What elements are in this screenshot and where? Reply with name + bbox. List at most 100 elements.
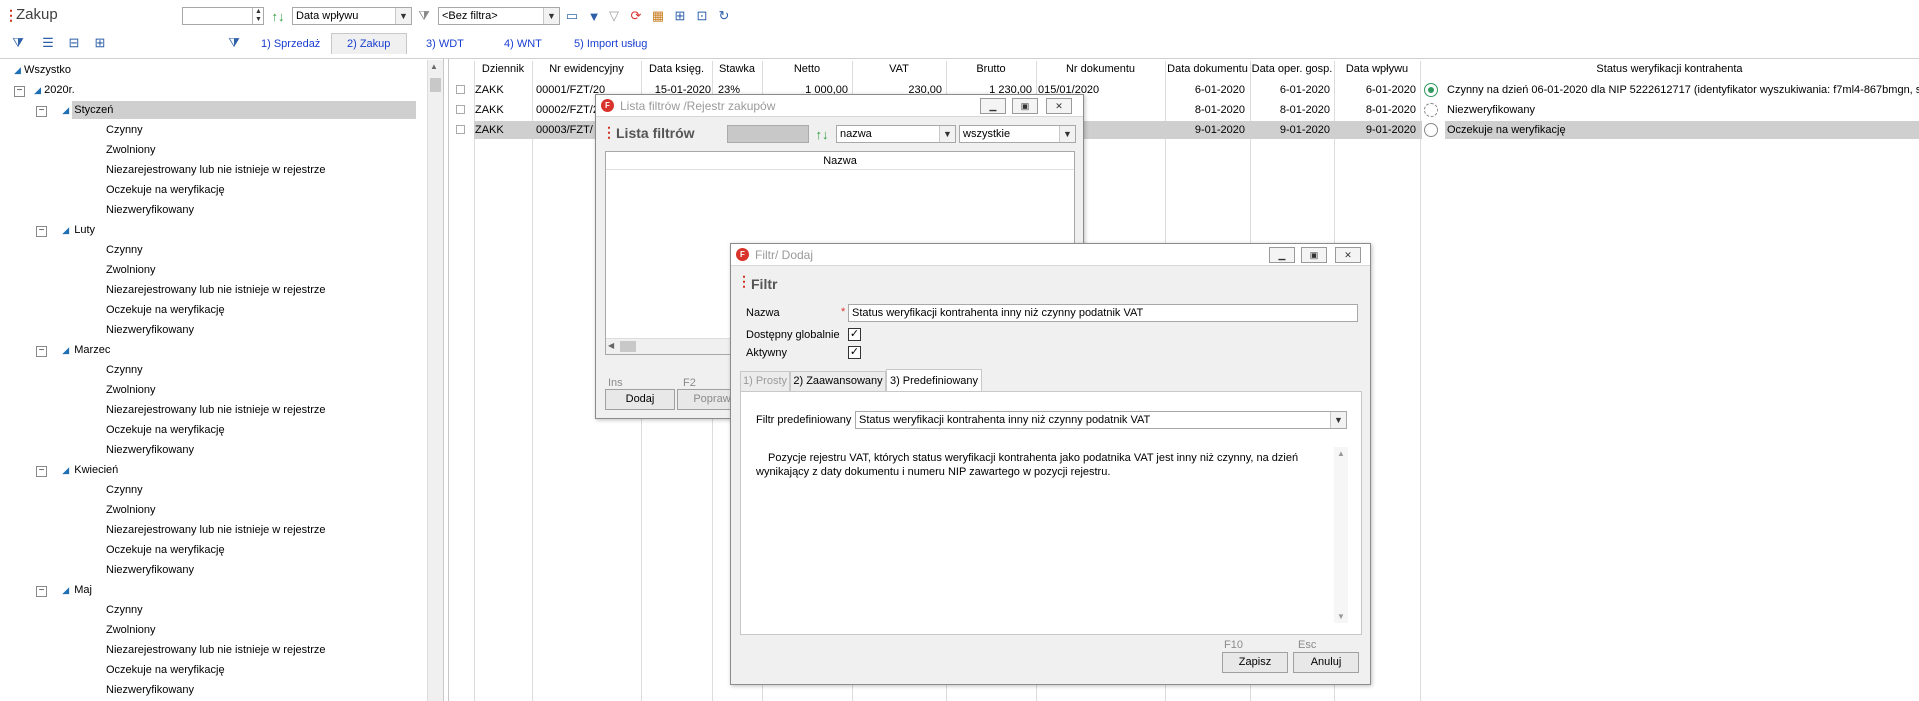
- description-box[interactable]: Pozycje rejestru VAT, których status wer…: [756, 447, 1348, 623]
- maximize-button[interactable]: ▣: [1012, 98, 1038, 114]
- filter-add-titlebar[interactable]: F Filtr/ Dodaj ▁ ▣ ✕: [731, 244, 1370, 266]
- refresh-icon[interactable]: ⟳: [628, 8, 644, 24]
- tab-sprzedaz[interactable]: 1) Sprzedaż: [261, 38, 320, 50]
- column-header[interactable]: Brutto: [946, 61, 1036, 78]
- row-checkbox[interactable]: [456, 125, 465, 134]
- tree-status-item[interactable]: Oczekuje na weryfikację: [106, 540, 225, 560]
- tree-status-item[interactable]: Czynny: [106, 240, 143, 260]
- tree-status-item[interactable]: Zwolniony: [106, 500, 156, 520]
- tree-status-item[interactable]: Zwolniony: [106, 620, 156, 640]
- tree-year[interactable]: − ◢ 2020r.: [14, 80, 75, 100]
- close-button[interactable]: ✕: [1046, 98, 1072, 114]
- tree-month[interactable]: − ◢ Styczeń: [36, 100, 417, 120]
- tab-wdt[interactable]: 3) WDT: [426, 38, 464, 50]
- tree-status-item[interactable]: Oczekuje na weryfikację: [106, 660, 225, 680]
- grid-view-icon[interactable]: ⊞: [672, 8, 688, 24]
- column-header[interactable]: Nr ewidencyjny: [532, 61, 641, 78]
- tree-month[interactable]: − ◢ Kwiecień: [36, 460, 120, 480]
- vat-filter-icon[interactable]: ⧩: [10, 35, 26, 51]
- period-spinner[interactable]: ▲ ▼: [252, 8, 264, 24]
- column-header[interactable]: Status weryfikacji kontrahenta: [1420, 61, 1919, 78]
- tree-status-item[interactable]: Zwolniony: [106, 140, 156, 160]
- table-settings-icon[interactable]: ▦: [650, 8, 666, 24]
- tree-status-item[interactable]: Zwolniony: [106, 380, 156, 400]
- tab-zakup[interactable]: 2) Zakup: [347, 38, 390, 50]
- save-button[interactable]: Zapisz: [1222, 652, 1288, 673]
- tree-status-item[interactable]: Niezarejestrowany lub nie istnieje w rej…: [106, 280, 325, 300]
- register-filter-icon[interactable]: ⧩: [226, 35, 242, 51]
- tab-wnt[interactable]: 4) WNT: [504, 38, 542, 50]
- tree-status-item[interactable]: Oczekuje na weryfikację: [106, 180, 225, 200]
- reload-icon[interactable]: ↻: [716, 8, 732, 24]
- tab-advanced[interactable]: 2) Zaawansowany: [790, 371, 886, 391]
- tree-month[interactable]: − ◢ Maj: [36, 580, 94, 600]
- minimize-button[interactable]: ▁: [1269, 247, 1295, 263]
- tree-month[interactable]: − ◢ Luty: [36, 220, 97, 240]
- name-input[interactable]: Status weryfikacji kontrahenta inny niż …: [848, 304, 1358, 322]
- tab-simple[interactable]: 1) Prosty: [740, 371, 790, 391]
- tree-status-item[interactable]: Niezweryfikowany: [106, 680, 194, 700]
- export-icon[interactable]: ⊡: [694, 8, 710, 24]
- collapse-icon[interactable]: −: [36, 346, 47, 357]
- column-header[interactable]: Netto: [762, 61, 852, 78]
- tree-status-item[interactable]: Zwolniony: [106, 260, 156, 280]
- tree-month[interactable]: − ◢ Marzec: [36, 340, 112, 360]
- expand-tree-icon[interactable]: ⊟: [66, 35, 82, 51]
- column-icon[interactable]: ☰: [40, 35, 56, 51]
- filter-search-input[interactable]: [727, 125, 809, 143]
- filter-off-icon[interactable]: ⧩: [416, 8, 432, 24]
- filter-list-titlebar[interactable]: F Lista filtrów /Rejestr zakupów ▁ ▣ ✕: [596, 95, 1083, 117]
- filter-select[interactable]: <Bez filtra> ▼: [438, 7, 560, 25]
- column-header[interactable]: Dziennik: [474, 61, 532, 78]
- predefined-select[interactable]: Status weryfikacji kontrahenta inny niż …: [855, 411, 1347, 429]
- tree-scrollbar[interactable]: ▲: [427, 60, 443, 701]
- sort-direction-icon[interactable]: ↑↓: [814, 126, 830, 142]
- row-checkbox[interactable]: [456, 105, 465, 114]
- tree-status-item[interactable]: Czynny: [106, 360, 143, 380]
- minimize-button[interactable]: ▁: [980, 98, 1006, 114]
- tree-status-item[interactable]: Niezweryfikowany: [106, 560, 194, 580]
- tree-status-item[interactable]: Niezweryfikowany: [106, 320, 194, 340]
- tree-status-item[interactable]: Niezarejestrowany lub nie istnieje w rej…: [106, 400, 325, 420]
- vertical-scrollbar[interactable]: ▲ ▼: [1334, 447, 1348, 623]
- tree-status-item[interactable]: Czynny: [106, 120, 143, 140]
- sort-field-select[interactable]: Data wpływu ▼: [292, 7, 412, 25]
- tree-status-item[interactable]: Niezweryfikowany: [106, 440, 194, 460]
- collapse-icon[interactable]: −: [36, 586, 47, 597]
- add-button[interactable]: Dodaj: [605, 389, 675, 410]
- collapse-icon[interactable]: −: [36, 106, 47, 117]
- column-header[interactable]: Data oper. gosp.: [1250, 61, 1334, 78]
- folder-icon[interactable]: ▭: [564, 8, 580, 24]
- row-checkbox[interactable]: [456, 85, 465, 94]
- column-header[interactable]: VAT: [852, 61, 946, 78]
- tree-root[interactable]: ◢ Wszystko: [14, 60, 71, 80]
- collapse-tree-icon[interactable]: ⊞: [92, 35, 108, 51]
- active-checkbox[interactable]: ✓: [848, 346, 861, 359]
- tree-status-item[interactable]: Niezarejestrowany lub nie istnieje w rej…: [106, 520, 325, 540]
- column-header[interactable]: Data dokumentu: [1165, 61, 1250, 78]
- sort-direction-icon[interactable]: ↑↓: [270, 8, 286, 24]
- column-header[interactable]: Nr dokumentu: [1036, 61, 1165, 78]
- tree-status-item[interactable]: Czynny: [106, 600, 143, 620]
- column-header[interactable]: Data wpływu: [1334, 61, 1420, 78]
- cancel-button[interactable]: Anuluj: [1293, 652, 1359, 673]
- tree-status-item[interactable]: Niezarejestrowany lub nie istnieje w rej…: [106, 160, 325, 180]
- collapse-icon[interactable]: −: [36, 226, 47, 237]
- tab-import-uslug[interactable]: 5) Import usług: [574, 38, 647, 50]
- tree-status-item[interactable]: Oczekuje na weryfikację: [106, 300, 225, 320]
- filter-scope-select[interactable]: wszystkie ▼: [959, 125, 1076, 143]
- tab-predefined[interactable]: 3) Predefiniowany: [886, 369, 982, 392]
- tree-status-item[interactable]: Niezarejestrowany lub nie istnieje w rej…: [106, 640, 325, 660]
- filter-sort-select[interactable]: nazwa ▼: [836, 125, 956, 143]
- global-checkbox[interactable]: ✓: [848, 328, 861, 341]
- tree-status-item[interactable]: Niezweryfikowany: [106, 200, 194, 220]
- column-header[interactable]: Data księg.: [641, 61, 712, 78]
- collapse-icon[interactable]: −: [36, 466, 47, 477]
- maximize-button[interactable]: ▣: [1301, 247, 1327, 263]
- tree-status-item[interactable]: Oczekuje na weryfikację: [106, 420, 225, 440]
- filter-clear-icon[interactable]: ▽: [606, 8, 622, 24]
- close-button[interactable]: ✕: [1335, 247, 1361, 263]
- column-header[interactable]: Stawka: [712, 61, 762, 78]
- tree-status-item[interactable]: Czynny: [106, 480, 143, 500]
- filter-icon[interactable]: ▼: [586, 8, 602, 24]
